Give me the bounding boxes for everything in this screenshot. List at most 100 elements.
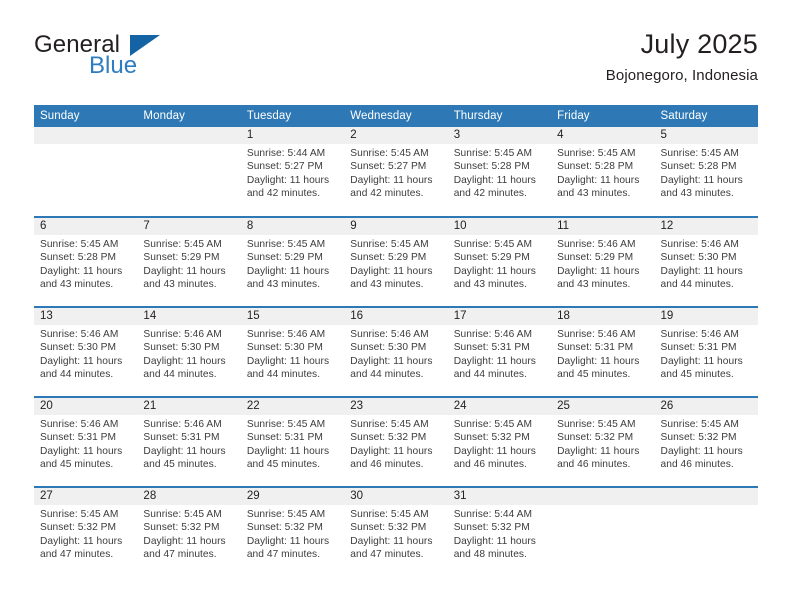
weekday-header-saturday: Saturday <box>654 105 758 127</box>
calendar-day-cell-empty <box>137 127 241 217</box>
sunset-text: Sunset: 5:29 PM <box>453 252 530 264</box>
sunrise-text: Sunrise: 5:46 AM <box>453 329 533 340</box>
daylight-text: and 44 minutes. <box>40 368 114 380</box>
sunrise-text: Sunrise: 5:45 AM <box>660 419 739 430</box>
calendar-day-cell[interactable]: 16 Sunrise: 5:46 AM Sunset: 5:30 PM Dayligh… <box>344 306 448 397</box>
sunrise-text: Sunrise: 5:45 AM <box>350 239 429 250</box>
page-title: July 2025 <box>640 29 758 59</box>
calendar-day-cell[interactable]: 31 Sunrise: 5:44 AM Sunset: 5:32 PM Dayligh… <box>447 486 552 577</box>
day-details: Sunrise: 5:45 AM Sunset: 5:28 PM Daylight:… <box>448 144 551 200</box>
calendar-day-cell[interactable]: 11 Sunrise: 5:46 AM Sunset: 5:29 PM Dayligh… <box>551 216 655 307</box>
calendar-grid: Sunday Monday Tuesday Wednesday Thursday Frid… <box>34 105 758 577</box>
sunset-text: Sunset: 5:31 PM <box>143 432 220 444</box>
calendar-day-cell[interactable]: 1 Sunrise: 5:44 AM Sunset: 5:27 PM Daylight… <box>240 127 345 217</box>
calendar-day-cell[interactable]: 5 Sunrise: 5:45 AM Sunset: 5:28 PM Daylight… <box>654 127 758 217</box>
daylight-text: and 46 minutes. <box>660 458 734 470</box>
day-details: Sunrise: 5:46 AM Sunset: 5:31 PM Daylight:… <box>551 325 654 381</box>
sunset-text: Sunset: 5:27 PM <box>246 161 323 173</box>
calendar-day-cell[interactable]: 10 Sunrise: 5:45 AM Sunset: 5:29 PM Dayligh… <box>447 216 552 307</box>
weekday-headers: Sunday Monday Tuesday Wednesday Thursday Frid… <box>34 105 758 127</box>
weekday-header-monday: Monday <box>137 105 241 127</box>
sunrise-text: Sunrise: 5:45 AM <box>453 239 533 250</box>
title-block: July 2025 Bojonegoro, Indonesia <box>606 28 758 86</box>
daylight-text: Daylight: 11 hours <box>40 355 123 367</box>
sunset-text: Sunset: 5:30 PM <box>660 252 737 264</box>
calendar-day-cell[interactable]: 19 Sunrise: 5:46 AM Sunset: 5:31 PM Dayligh… <box>654 306 758 397</box>
day-number: 30 <box>344 488 448 505</box>
calendar-day-cell[interactable]: 3 Sunrise: 5:45 AM Sunset: 5:28 PM Daylight… <box>447 127 552 217</box>
sunrise-text: Sunrise: 5:45 AM <box>350 148 429 159</box>
sunset-text: Sunset: 5:28 PM <box>660 161 737 173</box>
day-details: Sunrise: 5:45 AM Sunset: 5:32 PM Daylight:… <box>241 505 344 561</box>
calendar-day-cell[interactable]: 25 Sunrise: 5:45 AM Sunset: 5:32 PM Dayligh… <box>551 396 655 487</box>
calendar-day-cell[interactable]: 30 Sunrise: 5:45 AM Sunset: 5:32 PM Dayligh… <box>344 486 448 577</box>
sunrise-text: Sunrise: 5:45 AM <box>143 509 222 520</box>
calendar-day-cell[interactable]: 17 Sunrise: 5:46 AM Sunset: 5:31 PM Dayligh… <box>447 306 552 397</box>
calendar-day-cell[interactable]: 22 Sunrise: 5:45 AM Sunset: 5:31 PM Dayligh… <box>240 396 345 487</box>
daylight-text: Daylight: 11 hours <box>660 355 743 367</box>
day-number: 9 <box>344 218 448 235</box>
sunset-text: Sunset: 5:32 PM <box>350 522 427 534</box>
day-number: 6 <box>34 218 138 235</box>
day-details: Sunrise: 5:46 AM Sunset: 5:31 PM Daylight:… <box>34 415 137 471</box>
daylight-text: and 43 minutes. <box>143 278 217 290</box>
calendar-day-cell-empty <box>654 486 758 577</box>
daylight-text: Daylight: 11 hours <box>40 445 123 457</box>
calendar-day-cell[interactable]: 6 Sunrise: 5:45 AM Sunset: 5:28 PM Daylight… <box>34 216 138 307</box>
day-details: Sunrise: 5:45 AM Sunset: 5:32 PM Daylight:… <box>448 415 551 471</box>
daylight-text: Daylight: 11 hours <box>557 265 640 277</box>
daylight-text: Daylight: 11 hours <box>350 535 433 547</box>
day-number: 1 <box>240 127 345 144</box>
calendar-day-cell[interactable]: 13 Sunrise: 5:46 AM Sunset: 5:30 PM Dayligh… <box>34 306 138 397</box>
calendar-day-cell[interactable]: 23 Sunrise: 5:45 AM Sunset: 5:32 PM Dayligh… <box>344 396 448 487</box>
calendar-day-cell[interactable]: 2 Sunrise: 5:45 AM Sunset: 5:27 PM Daylight… <box>344 127 448 217</box>
daylight-text: and 44 minutes. <box>453 368 527 380</box>
daylight-text: Daylight: 11 hours <box>660 265 743 277</box>
sunset-text: Sunset: 5:32 PM <box>660 432 737 444</box>
day-details: Sunrise: 5:45 AM Sunset: 5:29 PM Daylight:… <box>137 235 240 291</box>
calendar-day-cell[interactable]: 24 Sunrise: 5:45 AM Sunset: 5:32 PM Dayligh… <box>447 396 552 487</box>
calendar-day-cell[interactable]: 12 Sunrise: 5:46 AM Sunset: 5:30 PM Dayligh… <box>654 216 758 307</box>
daylight-text: and 43 minutes. <box>557 187 631 199</box>
day-details: Sunrise: 5:46 AM Sunset: 5:30 PM Daylight:… <box>655 235 758 291</box>
daylight-text: Daylight: 11 hours <box>143 355 226 367</box>
sunset-text: Sunset: 5:30 PM <box>40 342 117 354</box>
day-details <box>34 144 137 147</box>
day-details <box>137 144 240 147</box>
day-details: Sunrise: 5:46 AM Sunset: 5:31 PM Daylight:… <box>655 325 758 381</box>
calendar-day-cell[interactable]: 18 Sunrise: 5:46 AM Sunset: 5:31 PM Dayligh… <box>551 306 655 397</box>
calendar-day-cell[interactable]: 21 Sunrise: 5:46 AM Sunset: 5:31 PM Dayligh… <box>137 396 241 487</box>
calendar-day-cell[interactable]: 7 Sunrise: 5:45 AM Sunset: 5:29 PM Daylight… <box>137 216 241 307</box>
calendar-day-cell-empty <box>34 127 138 217</box>
day-details: Sunrise: 5:46 AM Sunset: 5:30 PM Daylight:… <box>344 325 447 381</box>
calendar-day-cell[interactable]: 27 Sunrise: 5:45 AM Sunset: 5:32 PM Dayligh… <box>34 486 138 577</box>
sunset-text: Sunset: 5:28 PM <box>557 161 634 173</box>
sunrise-text: Sunrise: 5:46 AM <box>660 329 739 340</box>
calendar-day-cell[interactable]: 14 Sunrise: 5:46 AM Sunset: 5:30 PM Dayligh… <box>137 306 241 397</box>
calendar-day-cell[interactable]: 15 Sunrise: 5:46 AM Sunset: 5:30 PM Dayligh… <box>240 306 345 397</box>
calendar-day-cell[interactable]: 8 Sunrise: 5:45 AM Sunset: 5:29 PM Daylight… <box>240 216 345 307</box>
weekday-header-wednesday: Wednesday <box>344 105 448 127</box>
daylight-text: Daylight: 11 hours <box>453 445 536 457</box>
calendar-day-cell[interactable]: 4 Sunrise: 5:45 AM Sunset: 5:28 PM Daylight… <box>551 127 655 217</box>
general-blue-logo[interactable]: General Blue <box>34 32 234 88</box>
sunset-text: Sunset: 5:31 PM <box>557 342 634 354</box>
day-number: 18 <box>551 308 655 325</box>
calendar-day-cell[interactable]: 20 Sunrise: 5:46 AM Sunset: 5:31 PM Dayligh… <box>34 396 138 487</box>
calendar-day-cell[interactable]: 29 Sunrise: 5:45 AM Sunset: 5:32 PM Dayligh… <box>240 486 345 577</box>
daylight-text: Daylight: 11 hours <box>453 174 536 186</box>
calendar-day-cell[interactable]: 9 Sunrise: 5:45 AM Sunset: 5:29 PM Daylight… <box>344 216 448 307</box>
weekday-header-thursday: Thursday <box>447 105 552 127</box>
day-number <box>654 488 758 505</box>
calendar-day-cell[interactable]: 26 Sunrise: 5:45 AM Sunset: 5:32 PM Dayligh… <box>654 396 758 487</box>
calendar-body: 1 Sunrise: 5:44 AM Sunset: 5:27 PM Daylight… <box>34 127 758 577</box>
day-details: Sunrise: 5:45 AM Sunset: 5:32 PM Daylight:… <box>344 415 447 471</box>
sunset-text: Sunset: 5:30 PM <box>350 342 427 354</box>
sunset-text: Sunset: 5:28 PM <box>453 161 530 173</box>
day-number: 29 <box>240 488 345 505</box>
daylight-text: Daylight: 11 hours <box>143 445 226 457</box>
day-number: 3 <box>447 127 552 144</box>
daylight-text: Daylight: 11 hours <box>453 535 536 547</box>
daylight-text: Daylight: 11 hours <box>350 355 433 367</box>
calendar-day-cell[interactable]: 28 Sunrise: 5:45 AM Sunset: 5:32 PM Dayligh… <box>137 486 241 577</box>
